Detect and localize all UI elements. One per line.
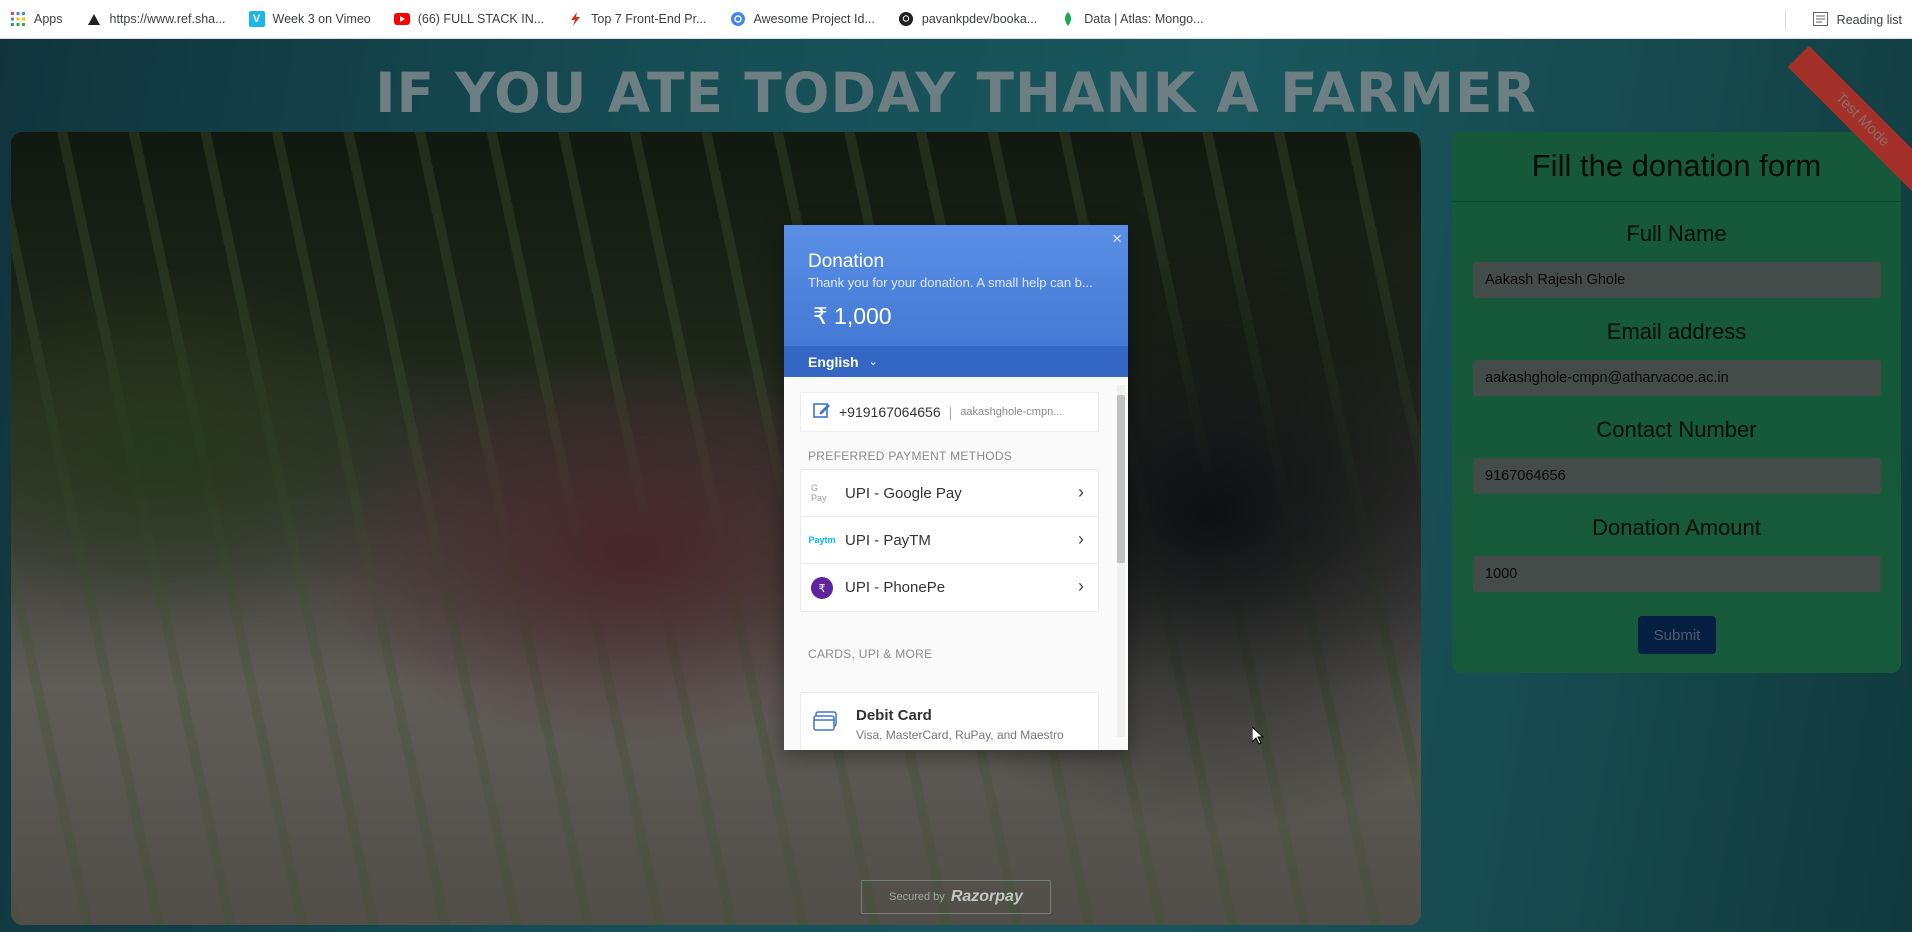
contact-email: aakashghole-cmpn... xyxy=(960,406,1063,418)
payment-amount: ₹ 1,000 xyxy=(813,303,892,329)
triangle-icon xyxy=(86,11,102,27)
debit-card-title: Debit Card xyxy=(856,707,932,724)
bookmark-label: Top 7 Front-End Pr... xyxy=(591,12,707,26)
cards-heading: CARDS, UPI & MORE xyxy=(808,647,933,661)
preferred-methods-list: G Pay UPI - Google Pay › Paytm UPI - Pay… xyxy=(800,469,1099,612)
bookmark-ref-sha[interactable]: https://www.ref.sha... xyxy=(86,0,226,39)
contact-phone: +919167064656 xyxy=(839,404,941,420)
bookmark-label: https://www.ref.sha... xyxy=(109,12,226,26)
apps-grid-icon xyxy=(10,11,26,27)
youtube-icon xyxy=(393,11,410,27)
donation-form-card: Fill the donation form Full Name Aakash … xyxy=(1452,132,1901,673)
bookmark-mongodb[interactable]: Data | Atlas: Mongo... xyxy=(1060,0,1204,39)
method-google-pay[interactable]: G Pay UPI - Google Pay › xyxy=(801,470,1098,517)
bookmark-label: Awesome Project Id... xyxy=(753,12,875,26)
method-label: UPI - Google Pay xyxy=(845,484,962,502)
mongodb-leaf-icon xyxy=(1060,11,1076,27)
bookmark-front-end[interactable]: Top 7 Front-End Pr... xyxy=(567,0,707,39)
modal-header: × Donation Thank you for your donation. … xyxy=(784,225,1128,377)
language-selector[interactable]: English ⌄ xyxy=(784,346,1128,377)
bookmark-label: (66) FULL STACK IN... xyxy=(417,12,545,26)
bookmark-label: Data | Atlas: Mongo... xyxy=(1084,12,1204,26)
merchant-title: Donation xyxy=(808,251,885,272)
bookmarks-divider xyxy=(1785,10,1786,30)
phonepe-icon: ₹ xyxy=(811,576,833,599)
method-phonepe[interactable]: ₹ UPI - PhonePe › xyxy=(801,564,1098,611)
svg-text:₹: ₹ xyxy=(819,582,826,595)
contact-details[interactable]: +919167064656 | aakashghole-cmpn... xyxy=(800,392,1099,432)
debit-card-networks: Visa, MasterCard, RuPay, and Maestro xyxy=(856,728,1064,742)
modal-body: +919167064656 | aakashghole-cmpn... PREF… xyxy=(784,377,1128,750)
farmers-hero-image xyxy=(11,132,1421,925)
reading-list-button[interactable]: Reading list xyxy=(1812,0,1902,39)
bookmark-label: Apps xyxy=(34,12,63,26)
card-icon xyxy=(813,711,837,736)
method-label: UPI - PayTM xyxy=(845,531,931,549)
razorpay-logo: Razorpay xyxy=(950,888,1023,905)
chevron-right-icon: › xyxy=(1078,482,1084,502)
chevron-down-icon: ⌄ xyxy=(868,356,878,368)
form-overlay xyxy=(1452,132,1901,673)
bookmark-youtube[interactable]: (66) FULL STACK IN... xyxy=(393,0,545,39)
vimeo-icon: V xyxy=(248,11,265,27)
payment-description: Thank you for your donation. A small hel… xyxy=(808,275,1093,290)
bookmark-github[interactable]: pavankpdev/booka... xyxy=(898,0,1037,39)
secured-by-label: Secured by xyxy=(889,891,945,903)
chevron-right-icon: › xyxy=(1078,576,1084,596)
reading-list-label: Reading list xyxy=(1836,12,1902,27)
globe-icon xyxy=(730,11,746,27)
preferred-methods-heading: PREFERRED PAYMENT METHODS xyxy=(808,449,1013,463)
razorpay-checkout-modal: × Donation Thank you for your donation. … xyxy=(784,225,1128,750)
language-label: English xyxy=(808,353,859,370)
reading-list-icon xyxy=(1812,11,1829,28)
paytm-icon: Paytm xyxy=(808,535,836,545)
contact-separator: | xyxy=(948,404,953,420)
secured-by-badge: Secured by Razorpay xyxy=(861,880,1051,914)
close-icon[interactable]: × xyxy=(1112,229,1122,249)
lightning-icon xyxy=(567,11,583,27)
method-label: UPI - PhonePe xyxy=(845,579,946,596)
google-pay-icon: G Pay xyxy=(811,483,827,503)
scrollbar-thumb[interactable] xyxy=(1117,395,1125,563)
bookmark-awesome-project[interactable]: Awesome Project Id... xyxy=(730,0,875,39)
method-debit-card[interactable]: Debit Card Visa, MasterCard, RuPay, and … xyxy=(800,692,1099,750)
mouse-cursor-icon xyxy=(1251,725,1265,750)
edit-icon[interactable] xyxy=(813,401,831,424)
method-paytm[interactable]: Paytm UPI - PayTM › xyxy=(801,517,1098,564)
bookmark-label: pavankpdev/booka... xyxy=(921,12,1038,26)
bookmarks-bar: Apps https://www.ref.sha... V Week 3 on … xyxy=(0,0,1912,39)
image-overlay xyxy=(11,132,1421,925)
page-headline: IF YOU ATE TODAY THANK A FARMER xyxy=(375,61,1537,125)
github-icon xyxy=(898,11,914,27)
chevron-right-icon: › xyxy=(1078,529,1084,549)
bookmark-apps[interactable]: Apps xyxy=(10,0,63,39)
bookmark-vimeo[interactable]: V Week 3 on Vimeo xyxy=(248,0,371,39)
bookmark-label: Week 3 on Vimeo xyxy=(272,12,371,26)
